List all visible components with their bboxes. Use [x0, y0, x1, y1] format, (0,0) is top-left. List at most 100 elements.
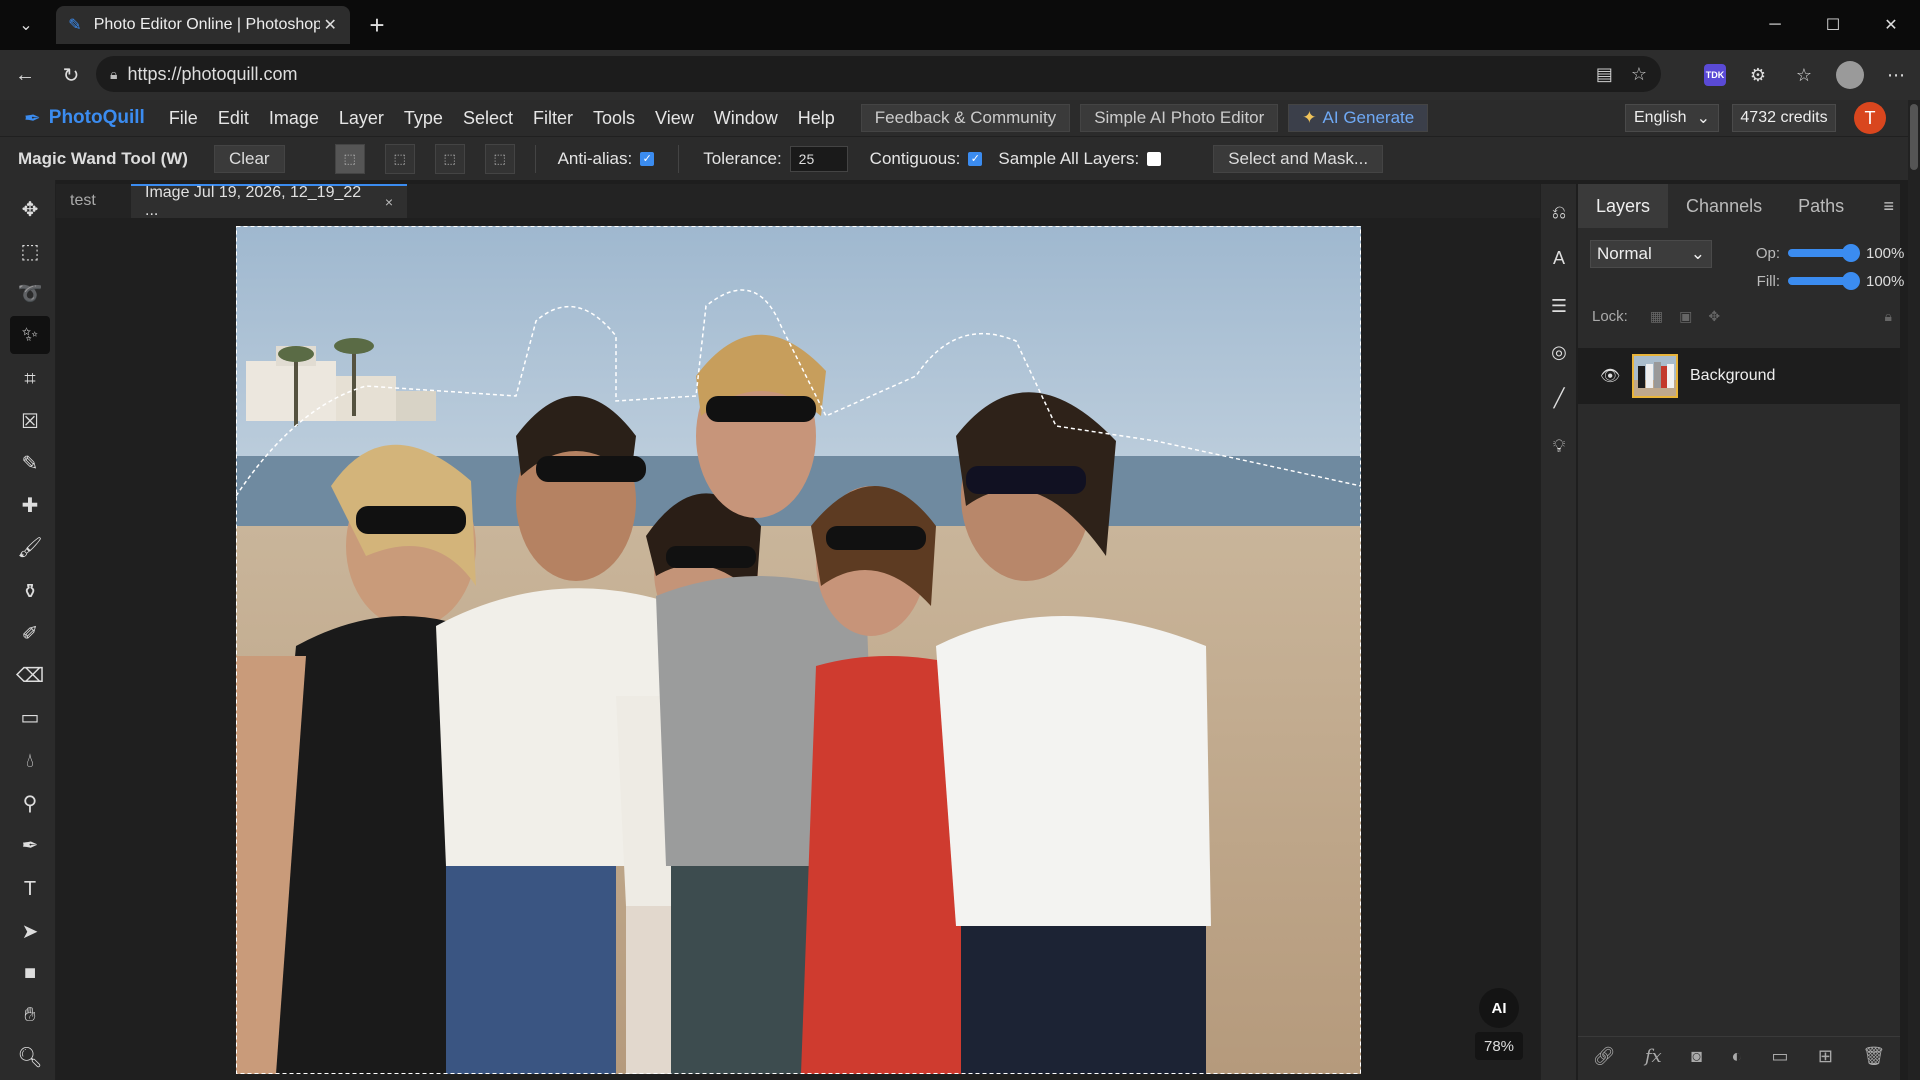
subtract-selection-icon[interactable]: ⬚	[434, 143, 465, 174]
eyedropper-tool-icon[interactable]: ✎	[10, 444, 50, 482]
zoom-tool-icon[interactable]: 🔍︎	[10, 1038, 50, 1076]
fill-slider[interactable]	[1788, 272, 1860, 290]
healing-brush-tool-icon[interactable]: ✚	[10, 486, 50, 524]
marquee-tool-icon[interactable]: ⬚	[10, 232, 50, 270]
character-icon[interactable]: A	[1545, 244, 1573, 272]
menu-view[interactable]: View	[645, 100, 704, 136]
close-doc-icon[interactable]: ×	[385, 194, 393, 210]
menu-type[interactable]: Type	[394, 100, 453, 136]
profile-avatar[interactable]	[1836, 61, 1864, 89]
feedback-community-button[interactable]: Feedback & Community	[860, 104, 1071, 132]
extensions-puzzle-icon[interactable]: ⚙	[1744, 61, 1772, 89]
document-image[interactable]	[236, 226, 1361, 1074]
dodge-tool-icon[interactable]: ⚲	[10, 784, 50, 822]
new-layer-icon[interactable]: ⊞	[1818, 1046, 1833, 1067]
reader-mode-icon[interactable]: ▤	[1596, 64, 1613, 85]
clone-stamp-tool-icon[interactable]: ⚱	[10, 572, 50, 610]
panel-menu-icon[interactable]: ≡	[1883, 196, 1894, 217]
new-group-folder-icon[interactable]: ▭	[1772, 1046, 1789, 1067]
lock-transparency-icon[interactable]: ▦	[1650, 308, 1663, 325]
menu-select[interactable]: Select	[453, 100, 523, 136]
simple-ai-editor-button[interactable]: Simple AI Photo Editor	[1080, 104, 1279, 132]
doc-tab-image[interactable]: Image Jul 19, 2026, 12_19_22 ... ×	[131, 184, 407, 219]
canvas-area[interactable]	[56, 218, 1540, 1080]
frame-tool-icon[interactable]: ☒	[10, 402, 50, 440]
tab-paths[interactable]: Paths	[1780, 184, 1862, 228]
opacity-slider-knob[interactable]	[1842, 244, 1860, 262]
maximize-icon[interactable]: ☐	[1804, 0, 1862, 50]
eraser-tool-icon[interactable]: ⌫	[10, 656, 50, 694]
link-layers-icon[interactable]: 🔗︎	[1593, 1046, 1616, 1067]
minimize-icon[interactable]: ─	[1746, 0, 1804, 50]
anti-alias-checkbox[interactable]: ✓	[640, 151, 655, 166]
menu-layer[interactable]: Layer	[329, 100, 394, 136]
fill-slider-knob[interactable]	[1842, 272, 1860, 290]
menu-image[interactable]: Image	[259, 100, 329, 136]
brush-settings-icon[interactable]: ╱	[1545, 384, 1573, 412]
tolerance-input[interactable]: 25	[789, 145, 848, 172]
back-arrow-icon[interactable]: ←	[8, 59, 42, 91]
add-mask-icon[interactable]: ◙	[1691, 1046, 1702, 1067]
crop-tool-icon[interactable]: ⌗	[10, 360, 50, 398]
close-tab-icon[interactable]: ✕	[320, 15, 340, 35]
favorite-star-icon[interactable]: ☆	[1631, 64, 1647, 85]
adjustments-sliders-icon[interactable]: ☰	[1545, 292, 1573, 320]
site-info-lock-icon[interactable]: 🔒︎	[110, 66, 117, 83]
add-to-selection-icon[interactable]: ⬚	[384, 143, 415, 174]
page-scrollbar[interactable]	[1908, 100, 1920, 1080]
language-select[interactable]: English ⌄	[1625, 104, 1719, 132]
menu-window[interactable]: Window	[704, 100, 788, 136]
visibility-eye-icon[interactable]: 👁︎	[1600, 366, 1620, 386]
more-options-icon[interactable]: ⋯	[1882, 61, 1910, 89]
brush-tool-icon[interactable]: 🖌︎	[10, 528, 50, 566]
lasso-tool-icon[interactable]: ➰	[10, 274, 50, 312]
menu-file[interactable]: File	[159, 100, 208, 136]
new-tab-plus-icon[interactable]: +	[360, 8, 394, 42]
intersect-selection-icon[interactable]: ⬚	[484, 143, 515, 174]
ai-assistant-button[interactable]: AI	[1479, 988, 1519, 1028]
url-field[interactable]: 🔒︎ https://photoquill.com ▤ ☆	[96, 56, 1661, 92]
favorites-list-icon[interactable]: ☆	[1790, 61, 1818, 89]
magic-wand-tool-icon[interactable]: ✨︎	[10, 316, 50, 354]
menu-help[interactable]: Help	[788, 100, 845, 136]
ai-generate-button[interactable]: ✦ AI Generate	[1288, 104, 1429, 132]
layer-item-background[interactable]: 👁︎ Background	[1578, 348, 1900, 404]
close-window-icon[interactable]: ✕	[1862, 0, 1920, 50]
lightbulb-icon[interactable]: 💡︎	[1545, 432, 1573, 460]
path-selection-tool-icon[interactable]: ➤	[10, 912, 50, 950]
fx-icon[interactable]: fx	[1645, 1046, 1662, 1067]
credits-badge[interactable]: 4732 credits	[1732, 104, 1836, 132]
opacity-slider[interactable]	[1788, 244, 1860, 262]
blur-tool-icon[interactable]: 💧︎	[10, 742, 50, 780]
adjustment-layer-icon[interactable]: ◐	[1731, 1046, 1742, 1067]
doc-tab-test[interactable]: test	[56, 184, 131, 218]
select-and-mask-button[interactable]: Select and Mask...	[1213, 144, 1384, 173]
gradient-tool-icon[interactable]: ▭	[10, 698, 50, 736]
menu-edit[interactable]: Edit	[208, 100, 259, 136]
blend-mode-select[interactable]: Normal ⌄	[1590, 240, 1712, 268]
hand-tool-icon[interactable]: ✋︎	[10, 996, 50, 1034]
scrollbar-thumb[interactable]	[1910, 104, 1918, 170]
tab-channels[interactable]: Channels	[1668, 184, 1780, 228]
history-icon[interactable]: ⎌	[1545, 198, 1573, 226]
menu-tools[interactable]: Tools	[583, 100, 645, 136]
tdk-extension-icon[interactable]: TDK	[1704, 64, 1726, 86]
tab-list-chevron-icon[interactable]: ⌄	[8, 8, 44, 42]
clear-button[interactable]: Clear	[213, 144, 285, 173]
type-tool-icon[interactable]: T	[10, 870, 50, 908]
sample-all-layers-checkbox[interactable]	[1147, 151, 1162, 166]
app-logo[interactable]: ✒ PhotoQuill	[24, 106, 145, 131]
tab-layers[interactable]: Layers	[1578, 184, 1669, 228]
history-brush-tool-icon[interactable]: ✐	[10, 614, 50, 652]
lock-all-icon[interactable]: 🔒︎	[1885, 308, 1892, 325]
move-tool-icon[interactable]: ✥	[10, 190, 50, 228]
browser-tab-active[interactable]: ✎ Photo Editor Online | Photoshop A ✕	[56, 6, 350, 44]
user-avatar[interactable]: T	[1854, 102, 1886, 134]
reload-icon[interactable]: ↻	[54, 59, 88, 91]
lock-image-icon[interactable]: ▣	[1679, 308, 1692, 325]
menu-filter[interactable]: Filter	[523, 100, 583, 136]
color-wheel-icon[interactable]: ◎	[1545, 338, 1573, 366]
zoom-level[interactable]: 78%	[1475, 1032, 1523, 1060]
new-selection-icon[interactable]: ⬚	[334, 143, 365, 174]
lock-position-icon[interactable]: ✥	[1708, 308, 1720, 325]
